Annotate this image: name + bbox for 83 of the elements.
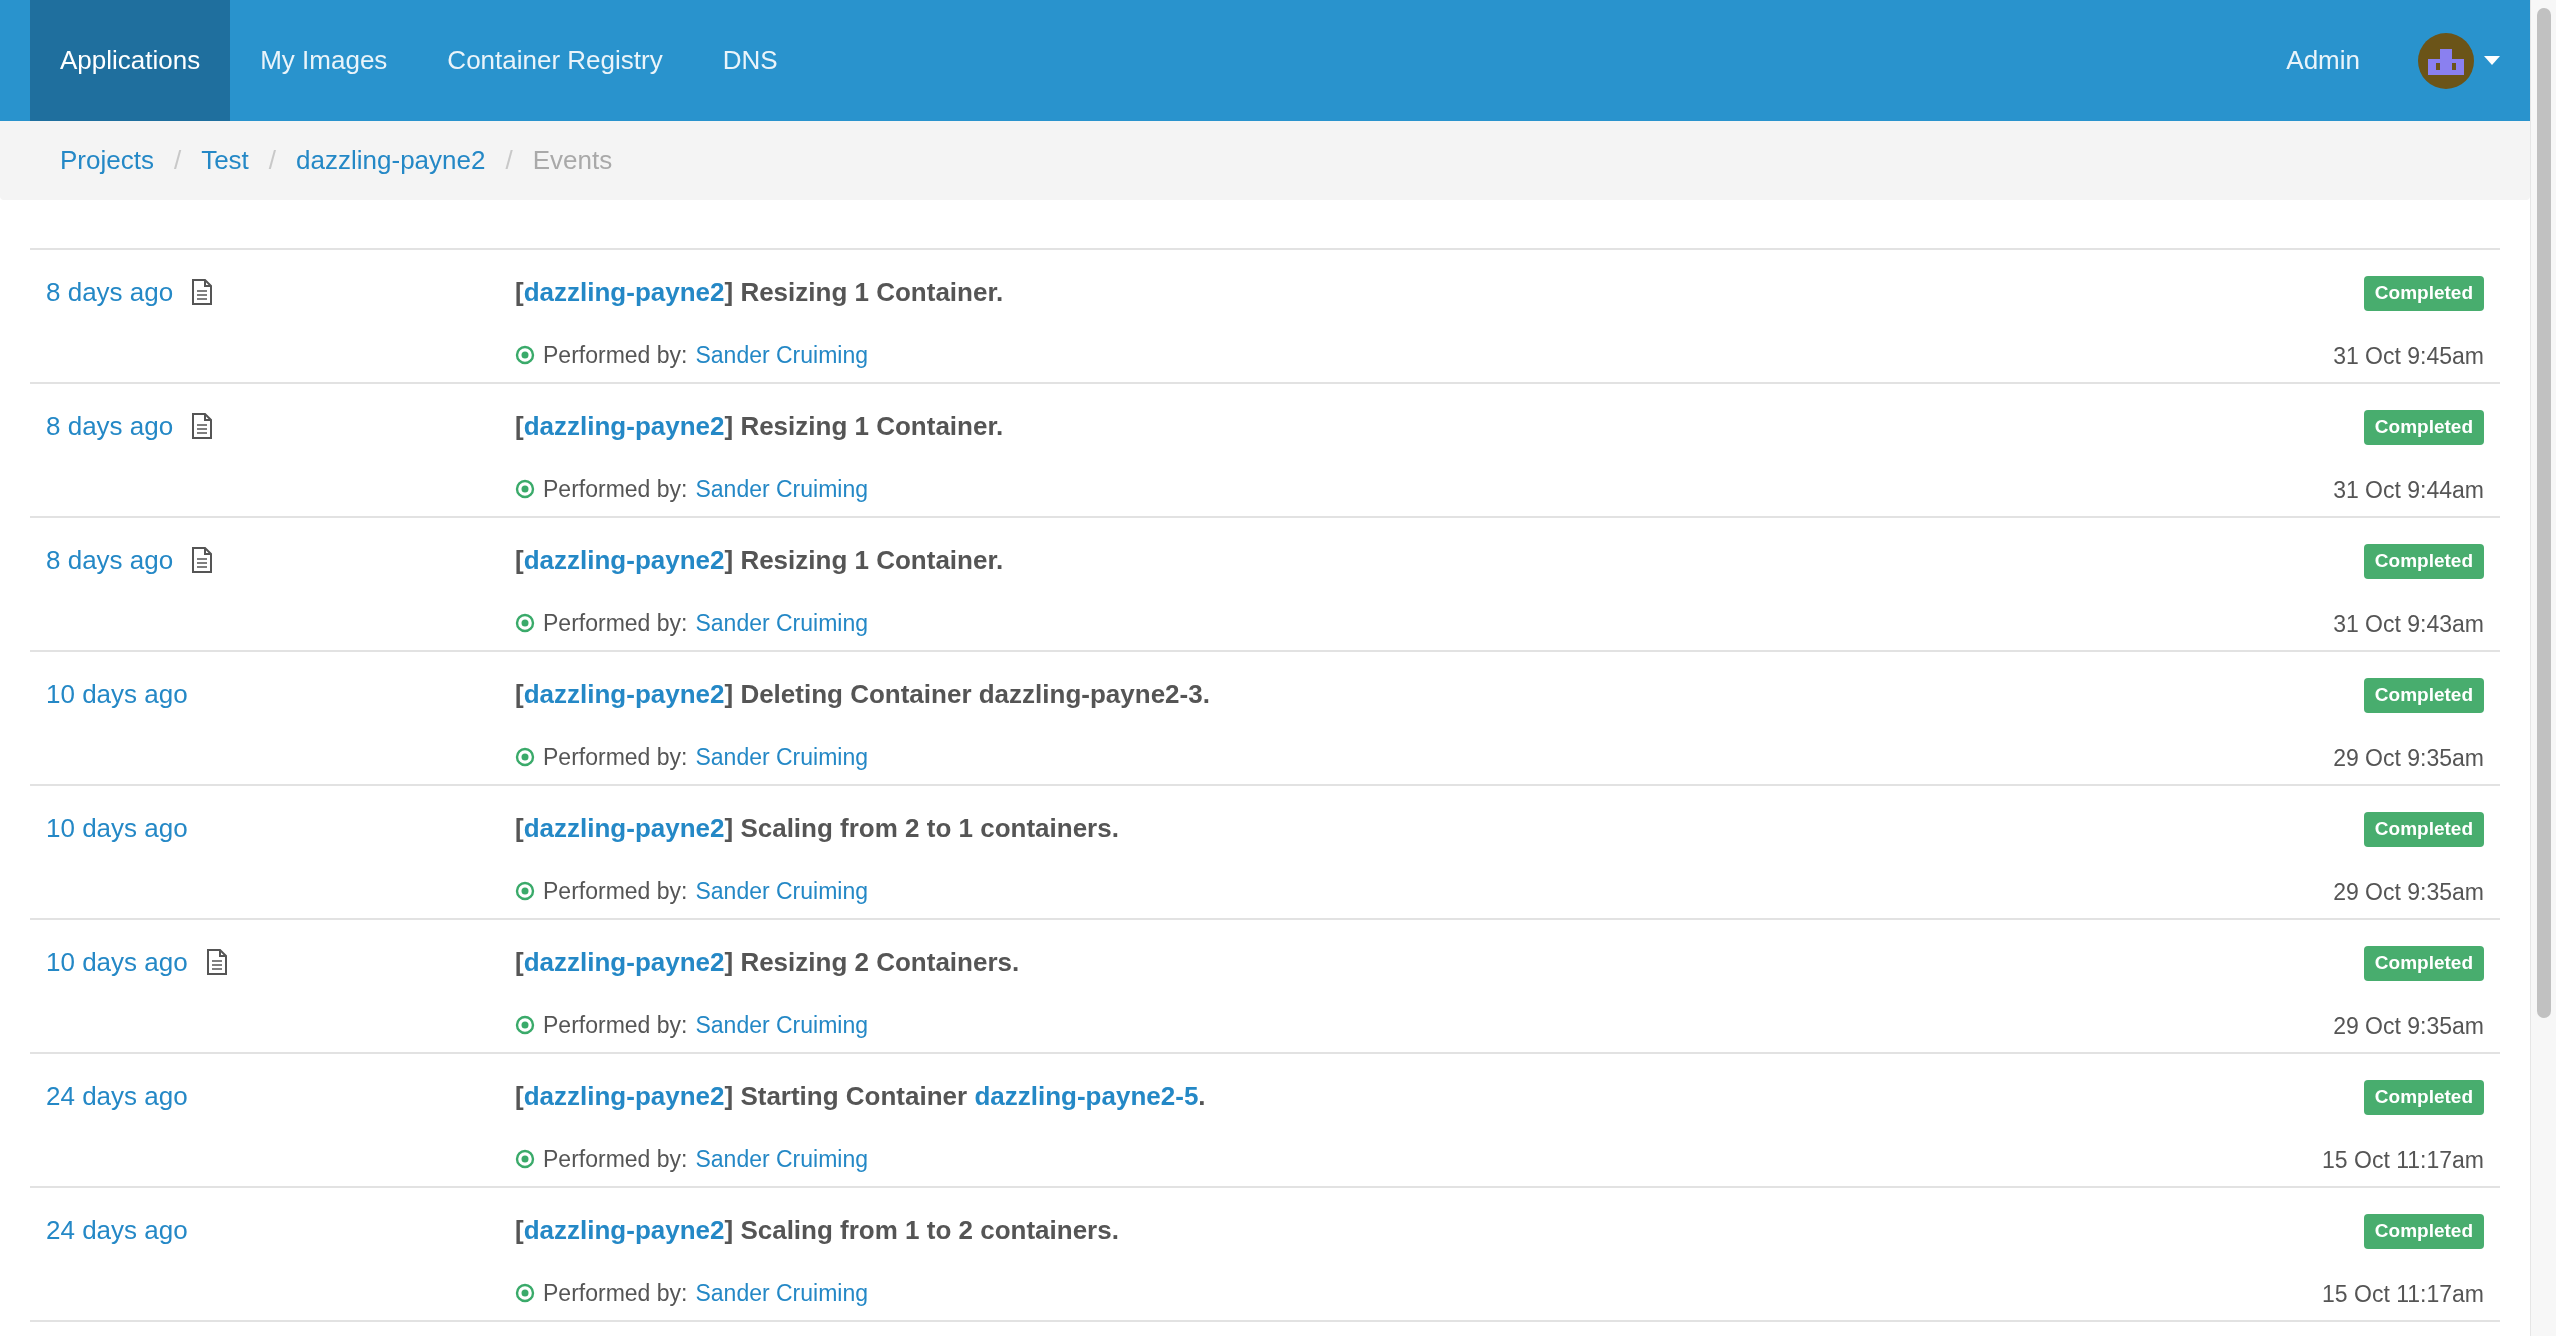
- event-time-link[interactable]: 24 days ago: [46, 1212, 188, 1248]
- target-icon: [515, 613, 535, 634]
- nav-tab[interactable]: My Images: [230, 0, 418, 121]
- target-icon: [515, 747, 535, 768]
- target-icon: [515, 881, 535, 902]
- performed-by-label: Performed by:: [543, 1011, 688, 1040]
- breadcrumb-link[interactable]: Projects: [60, 141, 154, 180]
- status-badge: Completed: [2363, 276, 2484, 311]
- event-time-link[interactable]: 8 days ago: [46, 542, 174, 578]
- event-title: [dazzling-payne2] Resizing 1 Container.: [515, 544, 1005, 577]
- caret-icon[interactable]: [2484, 56, 2500, 65]
- nav-tab[interactable]: Container Registry: [417, 0, 693, 121]
- status-badge: Completed: [2363, 410, 2484, 445]
- event-time-link[interactable]: 10 days ago: [46, 944, 188, 980]
- status-badge: Completed: [2363, 544, 2484, 579]
- document-icon[interactable]: [191, 413, 214, 439]
- event-title: [dazzling-payne2] Resizing 2 Containers.: [515, 946, 1021, 979]
- document-icon[interactable]: [191, 279, 214, 305]
- admin-link[interactable]: Admin: [2286, 41, 2360, 80]
- container-link[interactable]: dazzling-payne2: [523, 411, 725, 441]
- user-link[interactable]: Sander Cruiming: [695, 472, 869, 507]
- event-title: [dazzling-payne2] Scaling from 2 to 1 containers.: [515, 812, 1120, 845]
- event-date: 15 Oct 11:17am: [2322, 1279, 2484, 1309]
- target-icon: [515, 345, 535, 366]
- event-title: [dazzling-payne2] Deleting Container dazzling-payne2-3.: [515, 678, 1211, 711]
- performed-by-label: Performed by:: [543, 877, 688, 906]
- nav-tab[interactable]: Applications: [30, 0, 231, 121]
- breadcrumb-separator: /: [505, 144, 513, 177]
- event-title: [dazzling-payne2] Resizing 1 Container.: [515, 410, 1005, 443]
- status-badge: Completed: [2363, 946, 2484, 981]
- user-link[interactable]: Sander Cruiming: [695, 740, 869, 775]
- breadcrumb-link[interactable]: Test: [201, 141, 249, 180]
- user-link[interactable]: Sander Cruiming: [695, 1276, 869, 1311]
- event-time-link[interactable]: 24 days ago: [46, 1078, 188, 1114]
- container-link[interactable]: dazzling-payne2: [523, 1081, 725, 1111]
- event-title: [dazzling-payne2] Starting Container dazzling-payne2-5.: [515, 1080, 1207, 1113]
- container-link[interactable]: dazzling-payne2: [523, 1215, 725, 1245]
- event-date: 15 Oct 11:17am: [2322, 1145, 2484, 1175]
- target-icon: [515, 1015, 535, 1036]
- user-link[interactable]: Sander Cruiming: [695, 1008, 869, 1043]
- breadcrumb-separator: /: [173, 144, 182, 177]
- container-link[interactable]: dazzling-payne2: [523, 679, 725, 709]
- document-icon[interactable]: [205, 949, 228, 975]
- event-date: 31 Oct 9:44am: [2333, 475, 2484, 505]
- event-title: [dazzling-payne2] Resizing 1 Container.: [515, 276, 1005, 309]
- target-icon: [515, 479, 535, 500]
- document-icon[interactable]: [191, 547, 214, 573]
- breadcrumb-link[interactable]: dazzling-payne2: [296, 141, 486, 180]
- container-link[interactable]: dazzling-payne2: [523, 545, 725, 575]
- target-icon: [515, 1149, 535, 1170]
- container-link[interactable]: dazzling-payne2: [523, 277, 725, 307]
- event-time-link[interactable]: 10 days ago: [46, 810, 188, 846]
- event-date: 29 Oct 9:35am: [2333, 1011, 2484, 1041]
- target-icon: [515, 1283, 535, 1304]
- event-time-link[interactable]: 8 days ago: [46, 274, 174, 310]
- status-badge: Completed: [2363, 1214, 2484, 1249]
- nav-tab[interactable]: DNS: [692, 0, 808, 121]
- user-link[interactable]: Sander Cruiming: [695, 606, 869, 641]
- status-badge: Completed: [2363, 678, 2484, 713]
- performed-by-label: Performed by:: [543, 475, 688, 504]
- event-date: 31 Oct 9:45am: [2333, 341, 2484, 371]
- event-date: 31 Oct 9:43am: [2333, 609, 2484, 639]
- event-title: [dazzling-payne2] Scaling from 1 to 2 containers.: [515, 1214, 1120, 1247]
- performed-by-label: Performed by:: [543, 743, 688, 772]
- user-link[interactable]: Sander Cruiming: [695, 874, 869, 909]
- breadcrumb-separator: /: [268, 144, 277, 177]
- performed-by-label: Performed by:: [543, 1145, 688, 1174]
- container-link[interactable]: dazzling-payne2: [523, 813, 725, 843]
- event-time-link[interactable]: 8 days ago: [46, 408, 174, 444]
- container-link[interactable]: dazzling-payne2-5: [974, 1081, 1199, 1111]
- container-link[interactable]: dazzling-payne2: [523, 947, 725, 977]
- event-time-link[interactable]: 10 days ago: [46, 676, 188, 712]
- user-link[interactable]: Sander Cruiming: [695, 338, 869, 373]
- scrollbar[interactable]: [2530, 0, 2556, 1336]
- breadcrumb-current: Events: [532, 144, 613, 177]
- status-badge: Completed: [2363, 812, 2484, 847]
- performed-by-label: Performed by:: [543, 341, 688, 370]
- performed-by-label: Performed by:: [543, 1279, 688, 1308]
- status-badge: Completed: [2363, 1080, 2484, 1115]
- user-link[interactable]: Sander Cruiming: [695, 1142, 869, 1177]
- performed-by-label: Performed by:: [543, 609, 688, 638]
- event-date: 29 Oct 9:35am: [2333, 743, 2484, 773]
- event-date: 29 Oct 9:35am: [2333, 877, 2484, 907]
